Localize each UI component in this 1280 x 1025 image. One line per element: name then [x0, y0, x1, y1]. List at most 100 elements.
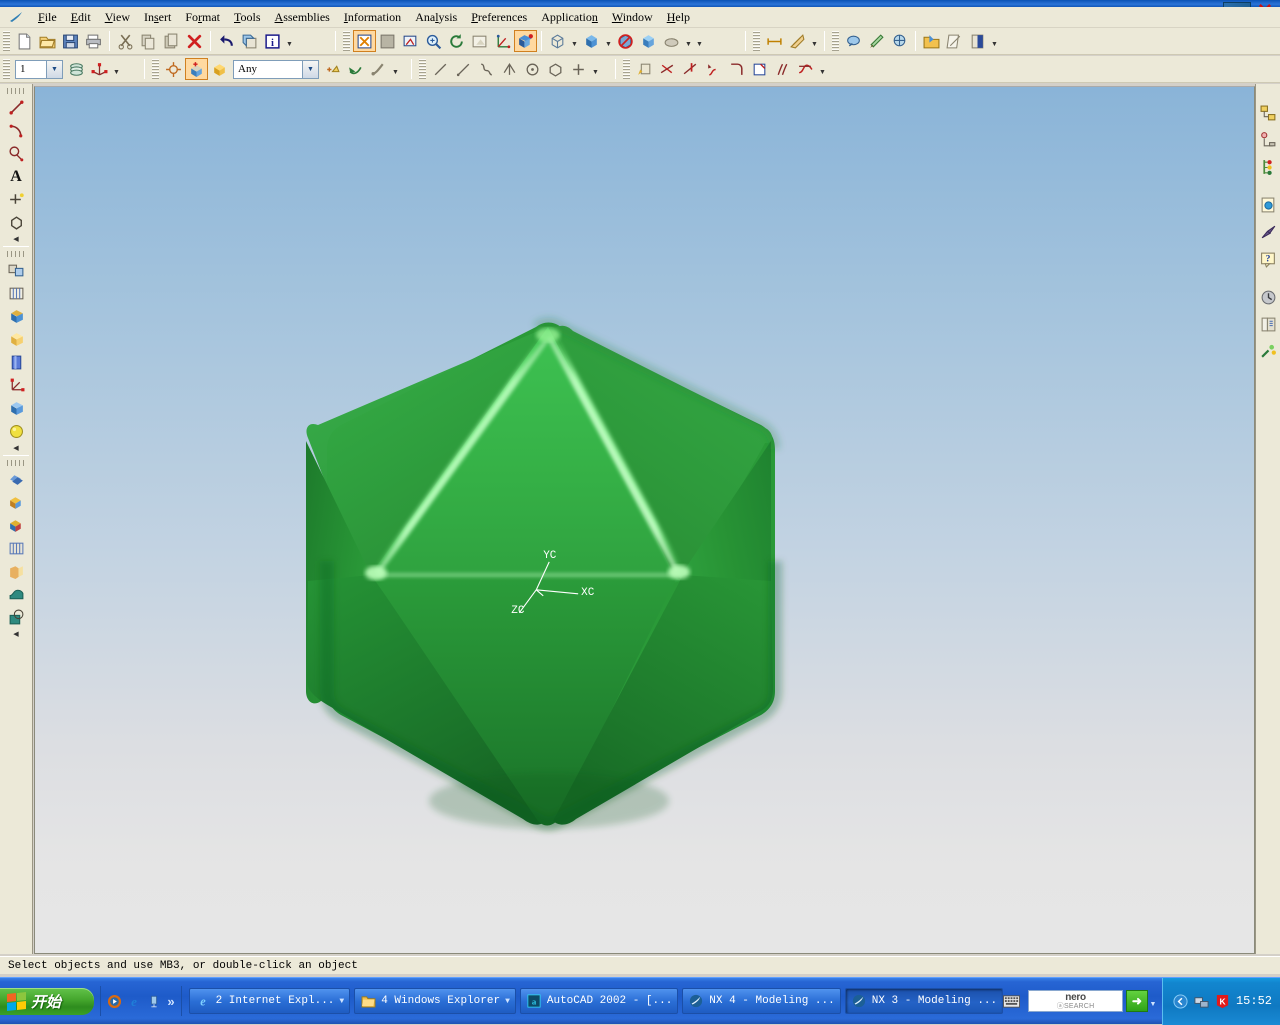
shaded-dropdown-arrow[interactable]: ▼	[603, 30, 614, 52]
text-tool-icon[interactable]: A	[4, 165, 29, 188]
open-part-icon[interactable]	[920, 30, 943, 52]
fit-view-icon[interactable]	[353, 30, 376, 52]
delete-icon[interactable]	[183, 30, 206, 52]
section-analysis-icon[interactable]	[865, 30, 888, 52]
unite-icon[interactable]	[4, 468, 29, 491]
edit-sketch-icon[interactable]	[943, 30, 966, 52]
part-nav-dropdown-arrow[interactable]: ▼	[989, 30, 1000, 52]
clock-icon[interactable]	[1257, 285, 1280, 309]
menu-edit[interactable]: Edit	[64, 8, 98, 27]
paste-icon[interactable]	[160, 30, 183, 52]
extrude-icon[interactable]	[4, 282, 29, 305]
save-icon[interactable]	[59, 30, 82, 52]
print-icon[interactable]	[82, 30, 105, 52]
nero-go-button[interactable]: ➜	[1125, 990, 1148, 1012]
wireframe-dropdown-arrow[interactable]: ▼	[569, 30, 580, 52]
chevron-down-icon[interactable]: ▼	[505, 997, 510, 1006]
information-icon[interactable]: i	[261, 30, 284, 52]
bridge-curve-icon[interactable]	[794, 58, 817, 80]
point-icon[interactable]	[498, 58, 521, 80]
rail-overflow-arrow[interactable]: ◀	[4, 234, 29, 244]
datum-plane-icon[interactable]	[4, 259, 29, 282]
part-nav-icon[interactable]	[966, 30, 989, 52]
task-autocad[interactable]: a AutoCAD 2002 - [...	[519, 988, 679, 1014]
wcs-orient-icon[interactable]	[491, 30, 514, 52]
circle-icon[interactable]	[521, 58, 544, 80]
select-chain-dropdown-arrow[interactable]: ▼	[390, 58, 401, 80]
toolbar-grip[interactable]	[3, 31, 10, 51]
copy-icon[interactable]	[137, 30, 160, 52]
constraint-navigator-icon[interactable]	[1257, 128, 1280, 152]
task-windows-explorer[interactable]: 4 Windows Explorer ▼	[354, 988, 516, 1014]
toolbar-grip[interactable]	[3, 59, 10, 79]
revolve-icon[interactable]	[4, 305, 29, 328]
sew-icon[interactable]	[4, 537, 29, 560]
simple-analysis-icon[interactable]	[842, 30, 865, 52]
wireframe-cube-icon[interactable]	[546, 30, 569, 52]
task-internet-explorer[interactable]: e 2 Internet Expl... ▼	[188, 988, 351, 1014]
chevron-down-icon[interactable]: ▼	[302, 60, 318, 78]
nx-app-icon[interactable]	[5, 9, 27, 26]
tray-expand-icon[interactable]	[1173, 993, 1189, 1009]
menu-preferences[interactable]: Preferences	[464, 8, 534, 27]
information-dropdown-arrow[interactable]: ▼	[284, 30, 295, 52]
menu-insert[interactable]: Insert	[137, 8, 178, 27]
datum-csys-icon[interactable]	[4, 374, 29, 397]
polygon-icon[interactable]	[544, 58, 567, 80]
icosahedron-solid[interactable]	[35, 87, 1255, 954]
zoom-region-icon[interactable]	[399, 30, 422, 52]
menu-information[interactable]: Information	[337, 8, 408, 27]
measure-dropdown-arrow[interactable]: ▼	[809, 30, 820, 52]
rotate-view-icon[interactable]	[445, 30, 468, 52]
subtract-icon[interactable]	[4, 491, 29, 514]
web-browser-icon[interactable]	[1257, 193, 1280, 217]
task-nx3[interactable]: NX 3 - Modeling ...	[844, 988, 1004, 1014]
wcs-dropdown-arrow[interactable]: ▼	[111, 58, 122, 80]
nero-dropdown-arrow[interactable]: ▼	[1148, 990, 1158, 1012]
chevron-down-icon[interactable]: ▼	[46, 60, 62, 78]
menu-file[interactable]: File	[31, 8, 64, 27]
no-hidden-icon[interactable]	[614, 30, 637, 52]
internet-explorer-icon[interactable]: e	[125, 992, 143, 1010]
curve-dropdown-arrow[interactable]: ▼	[590, 58, 601, 80]
library-icon[interactable]	[1257, 312, 1280, 336]
trim-body-icon[interactable]	[4, 560, 29, 583]
toolbar-grip[interactable]	[832, 31, 839, 51]
quick-launch-overflow[interactable]: »	[165, 994, 176, 1009]
menu-application[interactable]: Application	[534, 8, 605, 27]
nero-search-box[interactable]: nero ⓐSEARCH	[1028, 990, 1123, 1012]
toolbar-grip[interactable]	[753, 31, 760, 51]
roles-icon[interactable]	[1257, 339, 1280, 363]
transform-icon[interactable]	[238, 30, 261, 52]
chamfer-icon[interactable]	[748, 58, 771, 80]
polygon-tool-icon[interactable]	[4, 211, 29, 234]
select-highlight-icon[interactable]	[321, 58, 344, 80]
intersect-icon[interactable]	[4, 514, 29, 537]
wcs-origin-icon[interactable]	[208, 58, 231, 80]
line-icon[interactable]	[429, 58, 452, 80]
toolbar-grip[interactable]	[343, 31, 350, 51]
edit-curve-dropdown-arrow[interactable]: ▼	[817, 58, 828, 80]
menu-window[interactable]: Window	[605, 8, 660, 27]
line-tool-icon[interactable]	[4, 96, 29, 119]
toolbar-grip[interactable]	[419, 59, 426, 79]
shaded-cube-icon[interactable]	[580, 30, 603, 52]
sphere-icon[interactable]	[4, 420, 29, 443]
show-desktop-icon[interactable]	[145, 992, 163, 1010]
block-icon[interactable]	[4, 397, 29, 420]
measure-angle-icon[interactable]	[786, 30, 809, 52]
rail-grip[interactable]	[7, 251, 25, 257]
offset-curve-icon[interactable]	[771, 58, 794, 80]
menu-tools[interactable]: Tools	[227, 8, 268, 27]
undo-icon[interactable]	[215, 30, 238, 52]
select-chain-icon[interactable]	[367, 58, 390, 80]
keyboard-layout-icon[interactable]	[1003, 992, 1021, 1010]
new-file-icon[interactable]	[13, 30, 36, 52]
point-set-icon[interactable]	[567, 58, 590, 80]
shaded-view-icon[interactable]	[514, 30, 537, 52]
point-snap-icon[interactable]	[162, 58, 185, 80]
rail-overflow-arrow[interactable]: ◀	[4, 629, 29, 639]
menu-analysis[interactable]: Analysis	[408, 8, 464, 27]
basic-curve-icon[interactable]	[452, 58, 475, 80]
measure-distance-icon[interactable]	[763, 30, 786, 52]
